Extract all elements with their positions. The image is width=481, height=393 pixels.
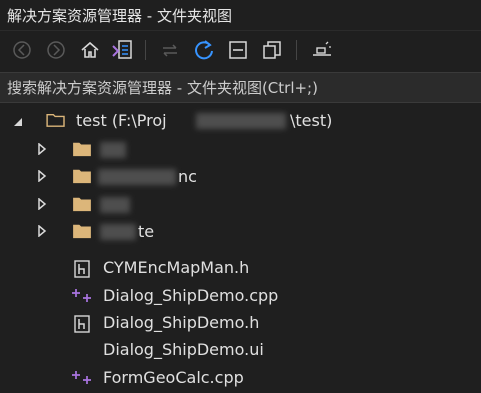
collapsed-arrow-icon[interactable]: [37, 170, 47, 182]
folder-row[interactable]: [0, 136, 481, 163]
collapsed-arrow-icon[interactable]: [37, 198, 47, 210]
forward-icon[interactable]: [44, 39, 68, 61]
file-row[interactable]: CYMEncMapMan.h: [0, 254, 481, 281]
cpp-file-icon: [72, 289, 91, 302]
redacted-name: [100, 197, 130, 213]
sync-icon[interactable]: [158, 39, 182, 61]
folder-label: te: [138, 222, 155, 241]
back-icon[interactable]: [10, 39, 34, 61]
file-label: Dialog_ShipDemo.cpp: [103, 286, 279, 305]
title-bar: 解决方案资源管理器 - 文件夹视图: [0, 0, 481, 31]
refresh-icon[interactable]: [192, 39, 216, 61]
expanded-arrow-icon[interactable]: [12, 116, 24, 128]
collapsed-arrow-icon[interactable]: [37, 143, 47, 155]
redacted-name: [98, 169, 176, 185]
redacted-name: [100, 224, 136, 240]
file-label: Dialog_ShipDemo.ui: [103, 340, 264, 359]
folder-row[interactable]: te: [0, 218, 481, 245]
redacted-name: [100, 142, 126, 158]
file-label: FormGeoCalc.cpp: [103, 368, 244, 387]
toolbar-separator: [145, 40, 146, 60]
header-file-icon: [74, 315, 90, 333]
collapse-all-icon[interactable]: [226, 39, 250, 61]
folder-row[interactable]: [0, 191, 481, 218]
folder-icon: [73, 224, 91, 239]
toolbar: [0, 31, 481, 69]
home-icon[interactable]: [78, 39, 102, 61]
folder-label: nc: [178, 167, 197, 186]
properties-icon[interactable]: [310, 39, 334, 61]
tree-root-row[interactable]: test (F:\Proj \test): [0, 107, 481, 134]
collapsed-arrow-icon[interactable]: [37, 225, 47, 237]
folder-icon: [73, 169, 91, 184]
file-label: CYMEncMapMan.h: [103, 258, 250, 277]
file-label: Dialog_ShipDemo.h: [103, 313, 260, 332]
switch-views-icon[interactable]: [110, 39, 134, 61]
folder-open-icon: [46, 113, 65, 127]
file-row[interactable]: Dialog_ShipDemo.h: [0, 309, 481, 336]
toolbar-separator: [296, 40, 297, 60]
header-file-icon: [74, 260, 90, 278]
file-row[interactable]: FormGeoCalc.cpp: [0, 364, 481, 391]
root-label-tail: \test): [290, 111, 333, 130]
window-title: 解决方案资源管理器 - 文件夹视图: [7, 7, 232, 25]
folder-icon: [73, 142, 91, 157]
root-label: test (F:\Proj: [76, 111, 167, 130]
search-bar: [0, 72, 481, 103]
file-row[interactable]: Dialog_ShipDemo.cpp: [0, 282, 481, 309]
cpp-file-icon: [72, 371, 91, 384]
folder-icon: [73, 197, 91, 212]
show-all-files-icon[interactable]: [260, 39, 284, 61]
folder-row[interactable]: nc: [0, 163, 481, 190]
search-input[interactable]: [0, 73, 481, 102]
file-row[interactable]: Dialog_ShipDemo.ui: [0, 336, 481, 363]
redacted-path: [196, 113, 286, 129]
